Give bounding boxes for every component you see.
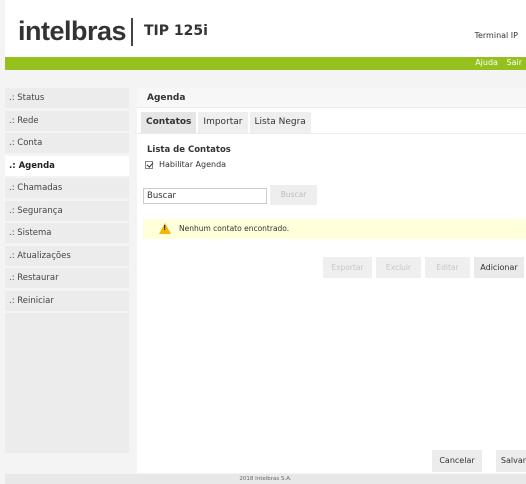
tab-lista-negra[interactable]: Lista Negra: [249, 112, 311, 133]
cancel-button[interactable]: Cancelar: [432, 450, 482, 472]
add-button[interactable]: Adicionar: [474, 257, 524, 278]
help-link[interactable]: Ajuda: [475, 58, 498, 67]
sidebar-item-agenda[interactable]: .: Agenda: [5, 155, 129, 176]
alert-text: Nenhum contato encontrado.: [179, 224, 290, 233]
sidebar: .: Status .: Rede .: Conta .: Agenda .: …: [5, 88, 129, 453]
sidebar-filler: [5, 313, 129, 453]
sidebar-item-conta[interactable]: .: Conta: [5, 133, 129, 153]
top-links: Ajuda Sair: [469, 58, 522, 67]
brand-logo: intelbras: [18, 16, 127, 46]
sidebar-item-status[interactable]: .: Status: [5, 88, 129, 108]
delete-button[interactable]: Excluir: [376, 257, 421, 278]
logo-divider: [131, 18, 133, 46]
section-title: Lista de Contatos: [147, 145, 231, 155]
device-model: TIP 125i: [144, 23, 208, 39]
tab-bar: Contatos Importar Lista Negra: [141, 112, 313, 133]
main-panel: Agenda Contatos Importar Lista Negra Lis…: [137, 88, 526, 473]
warning-icon: [159, 223, 171, 234]
search-button[interactable]: Buscar: [270, 185, 317, 205]
enable-agenda-label: Habilitar Agenda: [159, 160, 227, 169]
enable-agenda-checkbox[interactable]: [145, 160, 153, 169]
sidebar-item-chamadas[interactable]: .: Chamadas: [5, 178, 129, 198]
logout-link[interactable]: Sair: [507, 58, 523, 67]
sidebar-item-restaurar[interactable]: .: Restaurar: [5, 268, 129, 288]
enable-agenda-row: Habilitar Agenda: [145, 160, 226, 169]
sidebar-item-seguranca[interactable]: .: Segurança: [5, 200, 129, 221]
edit-button[interactable]: Editar: [425, 257, 470, 278]
export-button[interactable]: Exportar: [323, 257, 372, 278]
save-button[interactable]: Salvar: [496, 450, 526, 472]
header: intelbras TIP 125i Terminal IP: [5, 0, 526, 57]
top-bar: Ajuda Sair: [5, 57, 526, 70]
page-title: Agenda: [137, 88, 526, 108]
tab-divider: [137, 133, 526, 134]
sidebar-item-reiniciar[interactable]: .: Reiniciar: [5, 290, 129, 311]
footer: 2018 Intelbras S.A.: [5, 474, 526, 484]
sidebar-item-sistema[interactable]: .: Sistema: [5, 223, 129, 243]
search-input[interactable]: Buscar: [143, 188, 267, 204]
tab-importar[interactable]: Importar: [198, 112, 248, 133]
tab-contatos[interactable]: Contatos: [141, 112, 197, 133]
contact-actions: Exportar Excluir Editar Adicionar: [323, 257, 526, 278]
form-actions: Cancelar Salvar: [432, 450, 526, 472]
device-label: Terminal IP: [474, 31, 518, 40]
empty-alert: Nenhum contato encontrado.: [143, 219, 526, 239]
sidebar-item-atualizacoes[interactable]: .: Atualizações: [5, 245, 129, 266]
sidebar-item-rede[interactable]: .: Rede: [5, 110, 129, 131]
